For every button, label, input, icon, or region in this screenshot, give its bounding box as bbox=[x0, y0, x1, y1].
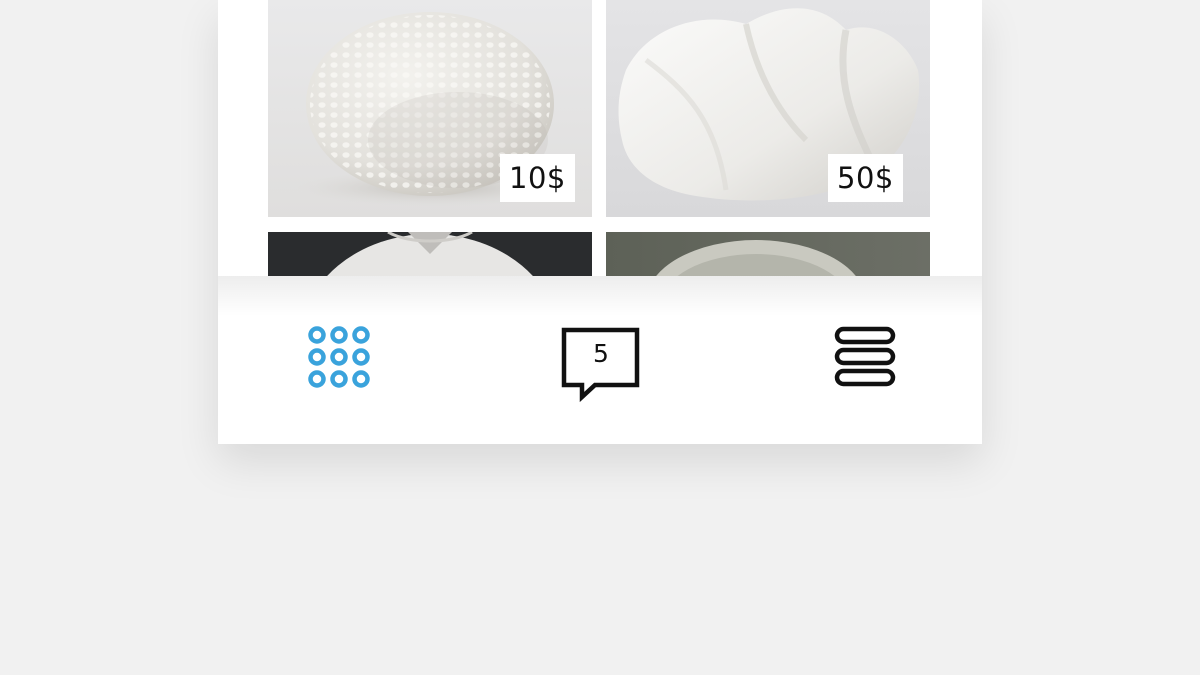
product-feed-card: 10$ 50$ 5 bbox=[218, 0, 982, 444]
product-tile[interactable]: 10$ bbox=[268, 0, 592, 217]
price-badge: 50$ bbox=[828, 154, 903, 202]
tab-menu[interactable] bbox=[834, 326, 896, 388]
tab-grid[interactable] bbox=[308, 326, 372, 390]
price-badge: 10$ bbox=[500, 154, 575, 202]
tab-messages[interactable]: 5 bbox=[561, 327, 641, 403]
product-grid: 10$ 50$ bbox=[268, 0, 930, 276]
stack-menu-icon bbox=[834, 326, 896, 387]
bottom-tab-bar: 5 bbox=[218, 296, 982, 444]
grid-dots-icon bbox=[308, 326, 370, 388]
product-tile[interactable] bbox=[268, 232, 592, 276]
product-image bbox=[268, 232, 592, 276]
message-count-badge: 5 bbox=[593, 339, 609, 368]
product-tile[interactable]: 50$ bbox=[606, 0, 930, 217]
product-tile[interactable] bbox=[606, 232, 930, 276]
product-image bbox=[606, 232, 930, 276]
